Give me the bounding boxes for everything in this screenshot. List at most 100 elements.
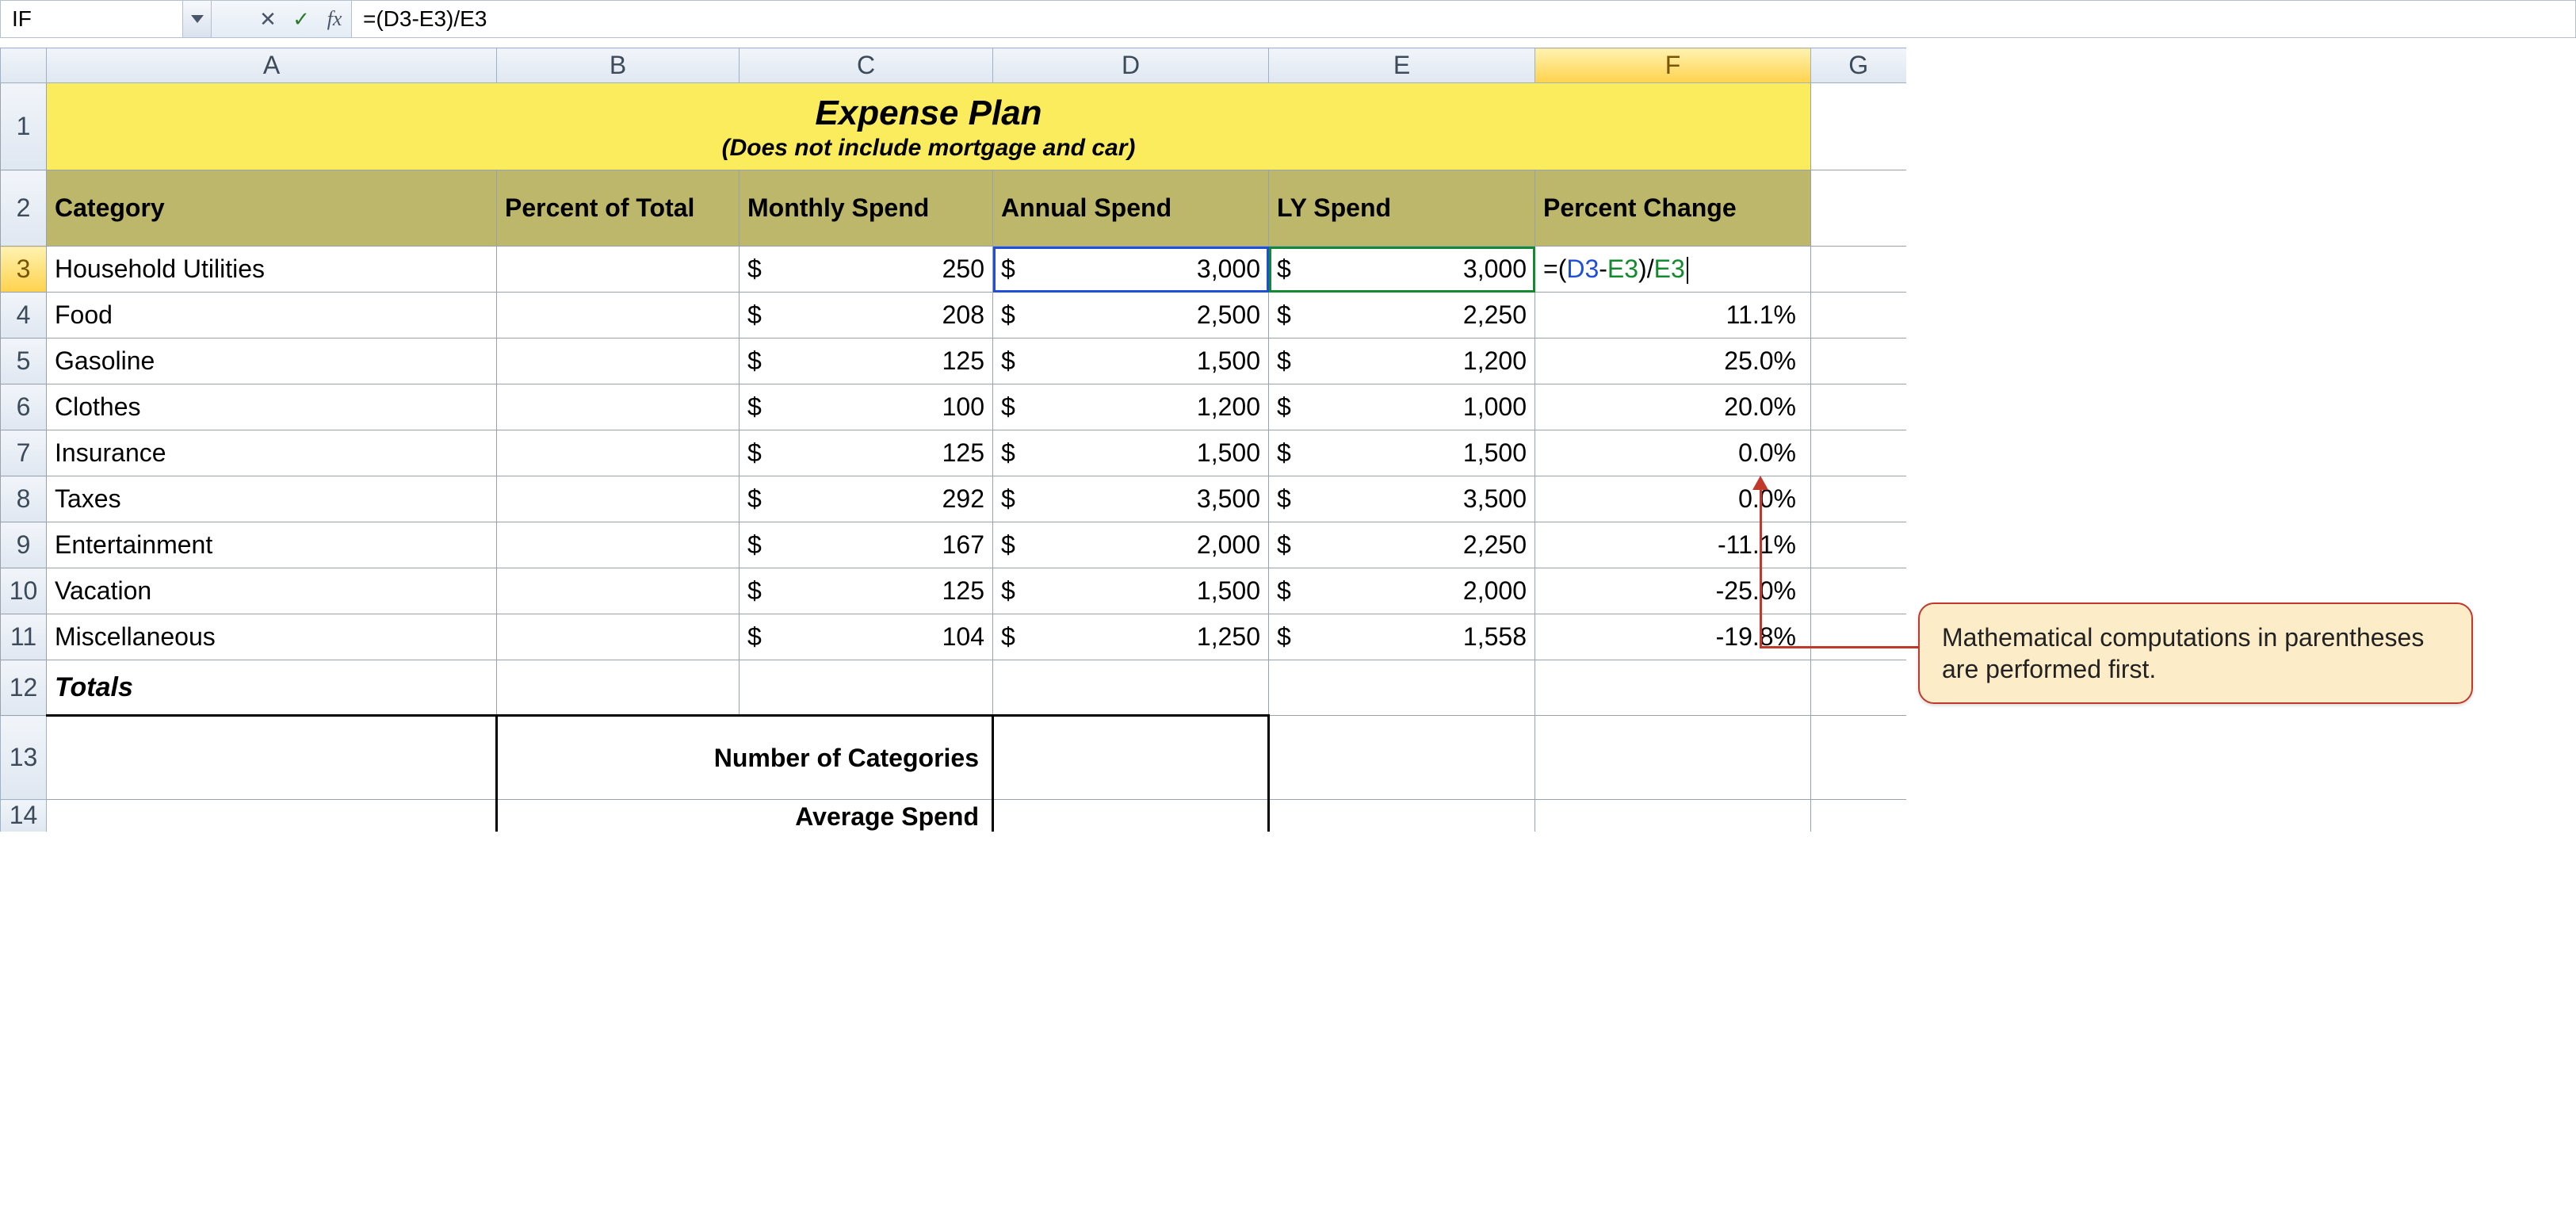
cell-D8[interactable]: $3,500 bbox=[993, 476, 1269, 522]
cell-E9[interactable]: $2,250 bbox=[1269, 522, 1535, 568]
cell-F5[interactable]: 25.0% bbox=[1535, 339, 1811, 384]
row-header-1[interactable]: 1 bbox=[1, 83, 47, 170]
row-header-12[interactable]: 12 bbox=[1, 660, 47, 716]
row-header-4[interactable]: 4 bbox=[1, 293, 47, 339]
cell-E6[interactable]: $1,000 bbox=[1269, 384, 1535, 430]
cell-B12[interactable] bbox=[497, 660, 740, 716]
row-header-10[interactable]: 10 bbox=[1, 568, 47, 614]
cell-D11[interactable]: $1,250 bbox=[993, 614, 1269, 660]
col-header-C[interactable]: C bbox=[740, 48, 993, 83]
cell-B10[interactable] bbox=[497, 568, 740, 614]
col-header-A[interactable]: A bbox=[47, 48, 497, 83]
cell-E10[interactable]: $2,000 bbox=[1269, 568, 1535, 614]
cell-D9[interactable]: $2,000 bbox=[993, 522, 1269, 568]
cell-A3[interactable]: Household Utilities bbox=[47, 247, 497, 293]
cell-F9[interactable]: -11.1% bbox=[1535, 522, 1811, 568]
spreadsheet-grid[interactable]: A B C D E F G 1 Expense Plan (Does not i… bbox=[0, 48, 1906, 832]
cell-E14[interactable] bbox=[1269, 800, 1535, 832]
row-header-8[interactable]: 8 bbox=[1, 476, 47, 522]
cell-B9[interactable] bbox=[497, 522, 740, 568]
cell-C5[interactable]: $125 bbox=[740, 339, 993, 384]
cell-E12[interactable] bbox=[1269, 660, 1535, 716]
name-box-dropdown[interactable] bbox=[183, 1, 212, 37]
fx-icon[interactable]: fx bbox=[318, 1, 351, 37]
cell-C7[interactable]: $125 bbox=[740, 430, 993, 476]
cell-B8[interactable] bbox=[497, 476, 740, 522]
row-header-9[interactable]: 9 bbox=[1, 522, 47, 568]
cell-A6[interactable]: Clothes bbox=[47, 384, 497, 430]
row-header-11[interactable]: 11 bbox=[1, 614, 47, 660]
cell-D7[interactable]: $1,500 bbox=[993, 430, 1269, 476]
name-box[interactable]: IF bbox=[1, 1, 183, 37]
cell-C3[interactable]: $250 bbox=[740, 247, 993, 293]
cell-A4[interactable]: Food bbox=[47, 293, 497, 339]
col-header-D[interactable]: D bbox=[993, 48, 1269, 83]
formula-input[interactable]: =(D3-E3)/E3 bbox=[351, 1, 2575, 37]
col-header-B[interactable]: B bbox=[497, 48, 740, 83]
cell-F12[interactable] bbox=[1535, 660, 1811, 716]
hdr-category[interactable]: Category bbox=[47, 170, 497, 247]
cell-F11[interactable]: -19.8% bbox=[1535, 614, 1811, 660]
cell-E5[interactable]: $1,200 bbox=[1269, 339, 1535, 384]
cell-A14[interactable] bbox=[47, 800, 497, 832]
cell-D10[interactable]: $1,500 bbox=[993, 568, 1269, 614]
cell-A7[interactable]: Insurance bbox=[47, 430, 497, 476]
cell-E11[interactable]: $1,558 bbox=[1269, 614, 1535, 660]
row-header-14[interactable]: 14 bbox=[1, 800, 47, 832]
cell-F6[interactable]: 20.0% bbox=[1535, 384, 1811, 430]
select-all-corner[interactable] bbox=[1, 48, 47, 83]
hdr-percent-total[interactable]: Percent of Total bbox=[497, 170, 740, 247]
hdr-annual-spend[interactable]: Annual Spend bbox=[993, 170, 1269, 247]
cell-C11[interactable]: $104 bbox=[740, 614, 993, 660]
accept-icon[interactable]: ✓ bbox=[285, 1, 318, 37]
cell-F13[interactable] bbox=[1535, 716, 1811, 800]
cell-F4[interactable]: 11.1% bbox=[1535, 293, 1811, 339]
col-header-F[interactable]: F bbox=[1535, 48, 1811, 83]
row-header-2[interactable]: 2 bbox=[1, 170, 47, 247]
cell-D4[interactable]: $2,500 bbox=[993, 293, 1269, 339]
cell-C8[interactable]: $292 bbox=[740, 476, 993, 522]
cell-F14[interactable] bbox=[1535, 800, 1811, 832]
hdr-ly-spend[interactable]: LY Spend bbox=[1269, 170, 1535, 247]
cell-D6[interactable]: $1,200 bbox=[993, 384, 1269, 430]
cell-A5[interactable]: Gasoline bbox=[47, 339, 497, 384]
cell-E13[interactable] bbox=[1269, 716, 1535, 800]
row-header-3[interactable]: 3 bbox=[1, 247, 47, 293]
cell-A13[interactable] bbox=[47, 716, 497, 800]
cell-A11[interactable]: Miscellaneous bbox=[47, 614, 497, 660]
cell-BC14-average-spend[interactable]: Average Spend bbox=[497, 800, 993, 832]
cell-D3[interactable]: $3,000 bbox=[993, 247, 1269, 293]
cell-A10[interactable]: Vacation bbox=[47, 568, 497, 614]
cell-B7[interactable] bbox=[497, 430, 740, 476]
cell-B4[interactable] bbox=[497, 293, 740, 339]
row-header-5[interactable]: 5 bbox=[1, 339, 47, 384]
cell-E4[interactable]: $2,250 bbox=[1269, 293, 1535, 339]
cell-B3[interactable] bbox=[497, 247, 740, 293]
cell-C4[interactable]: $208 bbox=[740, 293, 993, 339]
cell-D14[interactable] bbox=[993, 800, 1269, 832]
cell-B5[interactable] bbox=[497, 339, 740, 384]
cell-D5[interactable]: $1,500 bbox=[993, 339, 1269, 384]
row-header-7[interactable]: 7 bbox=[1, 430, 47, 476]
hdr-monthly-spend[interactable]: Monthly Spend bbox=[740, 170, 993, 247]
cell-F3-editing[interactable]: =(D3-E3)/E3 bbox=[1535, 247, 1811, 293]
cell-B6[interactable] bbox=[497, 384, 740, 430]
cell-A12-totals[interactable]: Totals bbox=[47, 660, 497, 716]
cell-A8[interactable]: Taxes bbox=[47, 476, 497, 522]
cell-C12[interactable] bbox=[740, 660, 993, 716]
hdr-percent-change[interactable]: Percent Change bbox=[1535, 170, 1811, 247]
cell-BC13-number-categories[interactable]: Number of Categories bbox=[497, 716, 993, 800]
cell-D12[interactable] bbox=[993, 660, 1269, 716]
title-cell[interactable]: Expense Plan (Does not include mortgage … bbox=[47, 83, 1811, 170]
cell-F7[interactable]: 0.0% bbox=[1535, 430, 1811, 476]
row-header-6[interactable]: 6 bbox=[1, 384, 47, 430]
col-header-G[interactable]: G bbox=[1811, 48, 1906, 83]
cell-C9[interactable]: $167 bbox=[740, 522, 993, 568]
cell-F10[interactable]: -25.0% bbox=[1535, 568, 1811, 614]
cancel-icon[interactable]: ✕ bbox=[251, 1, 285, 37]
cell-F8[interactable]: 0.0% bbox=[1535, 476, 1811, 522]
cell-A9[interactable]: Entertainment bbox=[47, 522, 497, 568]
col-header-E[interactable]: E bbox=[1269, 48, 1535, 83]
cell-E3[interactable]: $3,000 bbox=[1269, 247, 1535, 293]
cell-B11[interactable] bbox=[497, 614, 740, 660]
